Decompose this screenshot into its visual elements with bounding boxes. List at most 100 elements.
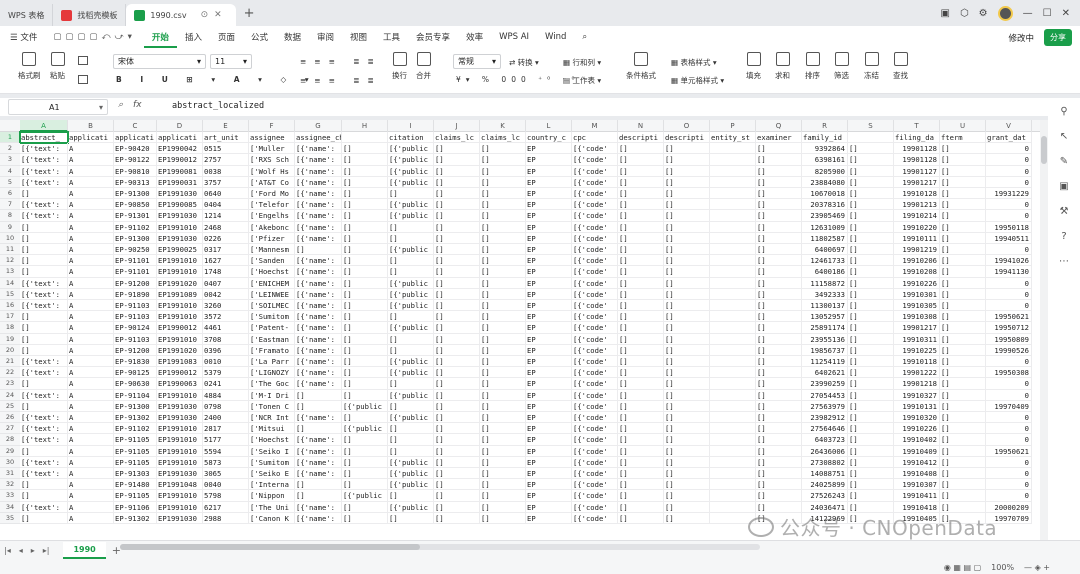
cell[interactable]: A — [68, 445, 114, 457]
cell[interactable]: [{'name': — [295, 456, 342, 468]
cell[interactable]: [{'code' — [572, 389, 618, 401]
cell[interactable]: claims_lc — [480, 132, 526, 144]
cell[interactable]: 5873 — [203, 456, 249, 468]
settings-icon[interactable]: ⚙ — [979, 8, 988, 19]
cell[interactable]: EP1990042 — [157, 143, 203, 155]
cell[interactable]: EP — [526, 400, 572, 412]
cell[interactable]: [] — [388, 344, 434, 356]
cell[interactable]: [] — [388, 445, 434, 457]
cell[interactable]: A — [68, 165, 114, 177]
menu-wps-ai[interactable]: WPS AI — [491, 32, 537, 42]
cell[interactable]: A — [68, 210, 114, 222]
tab-templates[interactable]: 找稻壳模板 — [53, 4, 127, 26]
cell[interactable]: A — [68, 232, 114, 244]
cell[interactable]: claims_lc — [434, 132, 480, 144]
menu-insert[interactable]: 插入 — [177, 31, 210, 43]
cell[interactable]: [{'public — [388, 165, 434, 177]
cell[interactable]: [] — [756, 378, 802, 390]
cell[interactable]: EP1991010 — [157, 434, 203, 446]
cell[interactable]: [] — [848, 221, 894, 233]
cell[interactable]: EP — [526, 288, 572, 300]
cell[interactable]: A — [68, 277, 114, 289]
cell[interactable]: EP-91103 — [114, 333, 157, 345]
row-col-button[interactable]: ▦ 行和列 ▾ — [563, 57, 601, 68]
cell[interactable]: [] — [388, 423, 434, 435]
cell[interactable]: [] — [940, 479, 986, 491]
cell[interactable]: [] — [756, 423, 802, 435]
row-header[interactable]: 2 — [0, 143, 20, 155]
cell[interactable]: [{'name': — [295, 199, 342, 211]
zoom-icon[interactable]: ⌕ — [118, 100, 123, 110]
cell[interactable]: [] — [664, 277, 710, 289]
column-header-s[interactable]: S — [848, 120, 894, 132]
row-header[interactable]: 11 — [0, 244, 20, 256]
cell[interactable]: EP-91102 — [114, 221, 157, 233]
cell[interactable]: 5594 — [203, 445, 249, 457]
format-painter-button[interactable]: 格式刷 — [18, 52, 41, 81]
cell[interactable]: [{'name': — [295, 412, 342, 424]
cell[interactable]: [] — [480, 165, 526, 177]
cell[interactable]: A — [68, 356, 114, 368]
cell[interactable]: [{'public — [388, 210, 434, 222]
cell[interactable]: 19931229 — [986, 188, 1032, 200]
prev-sheet-icon[interactable]: ◂ — [15, 546, 27, 555]
cell[interactable]: 14088751 — [802, 468, 848, 480]
cell[interactable]: [] — [756, 445, 802, 457]
cell[interactable]: [] — [848, 143, 894, 155]
cell[interactable]: [] — [480, 490, 526, 502]
cell[interactable]: [] — [848, 333, 894, 345]
cell[interactable]: 23982912 — [802, 412, 848, 424]
row-header[interactable]: 31 — [0, 468, 20, 480]
cell[interactable]: [] — [618, 244, 664, 256]
cell[interactable]: 13052957 — [802, 311, 848, 323]
cell[interactable]: [] — [664, 490, 710, 502]
cell[interactable]: [] — [342, 143, 388, 155]
cell[interactable]: [{'text': — [20, 434, 68, 446]
cell[interactable]: [{'name': — [295, 445, 342, 457]
cell[interactable]: [] — [940, 244, 986, 256]
cell[interactable]: [] — [480, 468, 526, 480]
cell[interactable]: [] — [295, 423, 342, 435]
cell[interactable]: 23990259 — [802, 378, 848, 390]
view-icons[interactable]: ◉ ▦ ▤ ▢ — [944, 563, 981, 572]
cell[interactable]: EP1991020 — [157, 277, 203, 289]
cell[interactable]: 0 — [986, 165, 1032, 177]
cell[interactable]: EP-90420 — [114, 143, 157, 155]
cell[interactable]: 6400697 — [802, 244, 848, 256]
cell[interactable]: 19901222 — [894, 367, 940, 379]
cell[interactable]: [] — [940, 154, 986, 166]
number-buttons[interactable]: ¥▾ % 000 ⁺⁰ ⁻⁰ — [456, 75, 579, 84]
column-header-c[interactable]: C — [114, 120, 157, 132]
paste-button[interactable]: 粘贴 — [50, 52, 65, 81]
cell[interactable]: [] — [342, 468, 388, 480]
cell[interactable]: [] — [342, 479, 388, 491]
cell[interactable]: [] — [940, 400, 986, 412]
row-header[interactable]: 9 — [0, 221, 20, 233]
cell[interactable]: [{'name': — [295, 322, 342, 334]
cell[interactable]: EP-91101 — [114, 255, 157, 267]
cell[interactable]: fterm — [940, 132, 986, 144]
cell[interactable]: [] — [434, 154, 480, 166]
cell[interactable]: [] — [480, 389, 526, 401]
row-header[interactable]: 7 — [0, 199, 20, 211]
cell[interactable] — [342, 132, 388, 144]
cell[interactable]: [] — [848, 322, 894, 334]
cell[interactable]: [] — [756, 154, 802, 166]
cell[interactable]: [] — [388, 255, 434, 267]
cell[interactable]: [{'code' — [572, 434, 618, 446]
cell[interactable]: [{'text': — [20, 389, 68, 401]
cell[interactable]: 0407 — [203, 277, 249, 289]
row-header[interactable]: 16 — [0, 300, 20, 312]
cell[interactable]: EP1991010 — [157, 490, 203, 502]
cell[interactable]: EP-91830 — [114, 356, 157, 368]
cell[interactable]: 6400186 — [802, 266, 848, 278]
cell[interactable]: [] — [342, 322, 388, 334]
row-header[interactable]: 32 — [0, 479, 20, 491]
cell[interactable]: [] — [434, 333, 480, 345]
cell[interactable]: [] — [434, 367, 480, 379]
row-header[interactable]: 23 — [0, 378, 20, 390]
cell[interactable]: EP-91301 — [114, 210, 157, 222]
cell[interactable]: [] — [618, 378, 664, 390]
cell[interactable]: [] — [664, 445, 710, 457]
cell[interactable]: A — [68, 367, 114, 379]
